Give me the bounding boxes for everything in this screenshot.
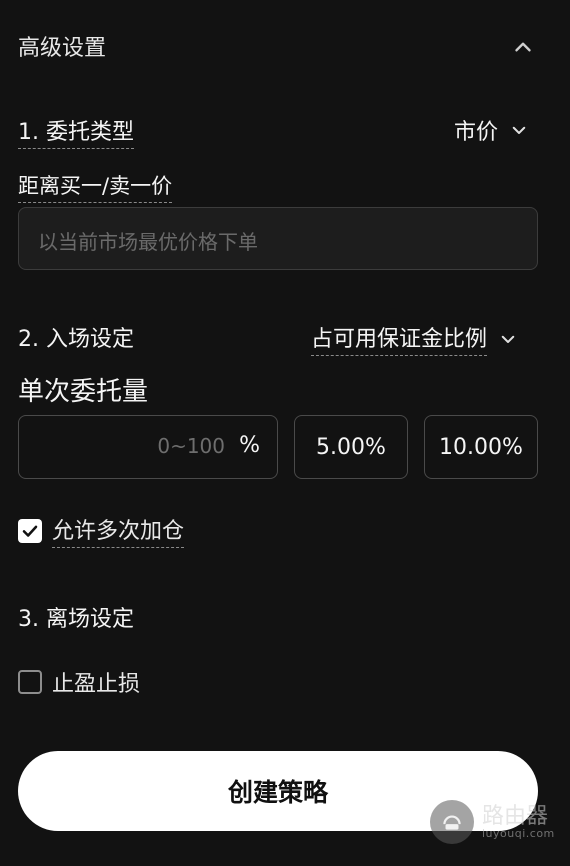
checkmark-icon — [22, 525, 38, 537]
router-logo-icon — [430, 800, 474, 844]
entry-mode-value: 占可用保证金比例 — [311, 321, 488, 356]
tpsl-checkbox[interactable] — [18, 670, 42, 694]
watermark: 路由器 luyouqi.com — [430, 800, 555, 844]
order-amount-label: 单次委托量 — [18, 377, 149, 407]
tpsl-row[interactable]: 止盈止损 — [18, 666, 140, 698]
tpsl-label: 止盈止损 — [52, 672, 141, 697]
watermark-cn: 路由器 — [482, 803, 549, 829]
percent-unit: % — [239, 433, 260, 458]
allow-add-position-checkbox[interactable] — [18, 518, 42, 543]
allow-add-position-row[interactable]: 允许多次加仓 — [18, 513, 185, 548]
allow-add-position-label: 允许多次加仓 — [52, 513, 185, 548]
option-5-percent-button[interactable]: 5.00% — [294, 415, 408, 479]
order-amount-placeholder: 0~100 — [157, 434, 225, 458]
chevron-up-icon[interactable] — [510, 34, 536, 60]
price-distance-placeholder: 以当前市场最优价格下单 — [38, 230, 258, 254]
entry-mode-select[interactable]: 占可用保证金比例 — [311, 321, 517, 356]
chevron-down-icon — [501, 335, 515, 343]
order-amount-input[interactable]: 0~100 % — [18, 415, 278, 479]
option-10-percent-button[interactable]: 10.00% — [424, 415, 538, 479]
price-distance-input[interactable]: 以当前市场最优价格下单 — [18, 207, 538, 270]
order-type-select[interactable]: 市价 — [454, 114, 528, 146]
price-distance-label: 距离买一/卖一价 — [18, 170, 173, 203]
panel-title: 高级设置 — [18, 36, 107, 61]
order-type-label: 1. 委托类型 — [18, 114, 134, 149]
watermark-en: luyouqi.com — [482, 826, 555, 840]
entry-settings-label: 2. 入场设定 — [18, 327, 134, 352]
chevron-down-icon — [512, 126, 526, 134]
exit-settings-label: 3. 离场设定 — [18, 607, 134, 632]
order-type-value: 市价 — [454, 120, 499, 145]
